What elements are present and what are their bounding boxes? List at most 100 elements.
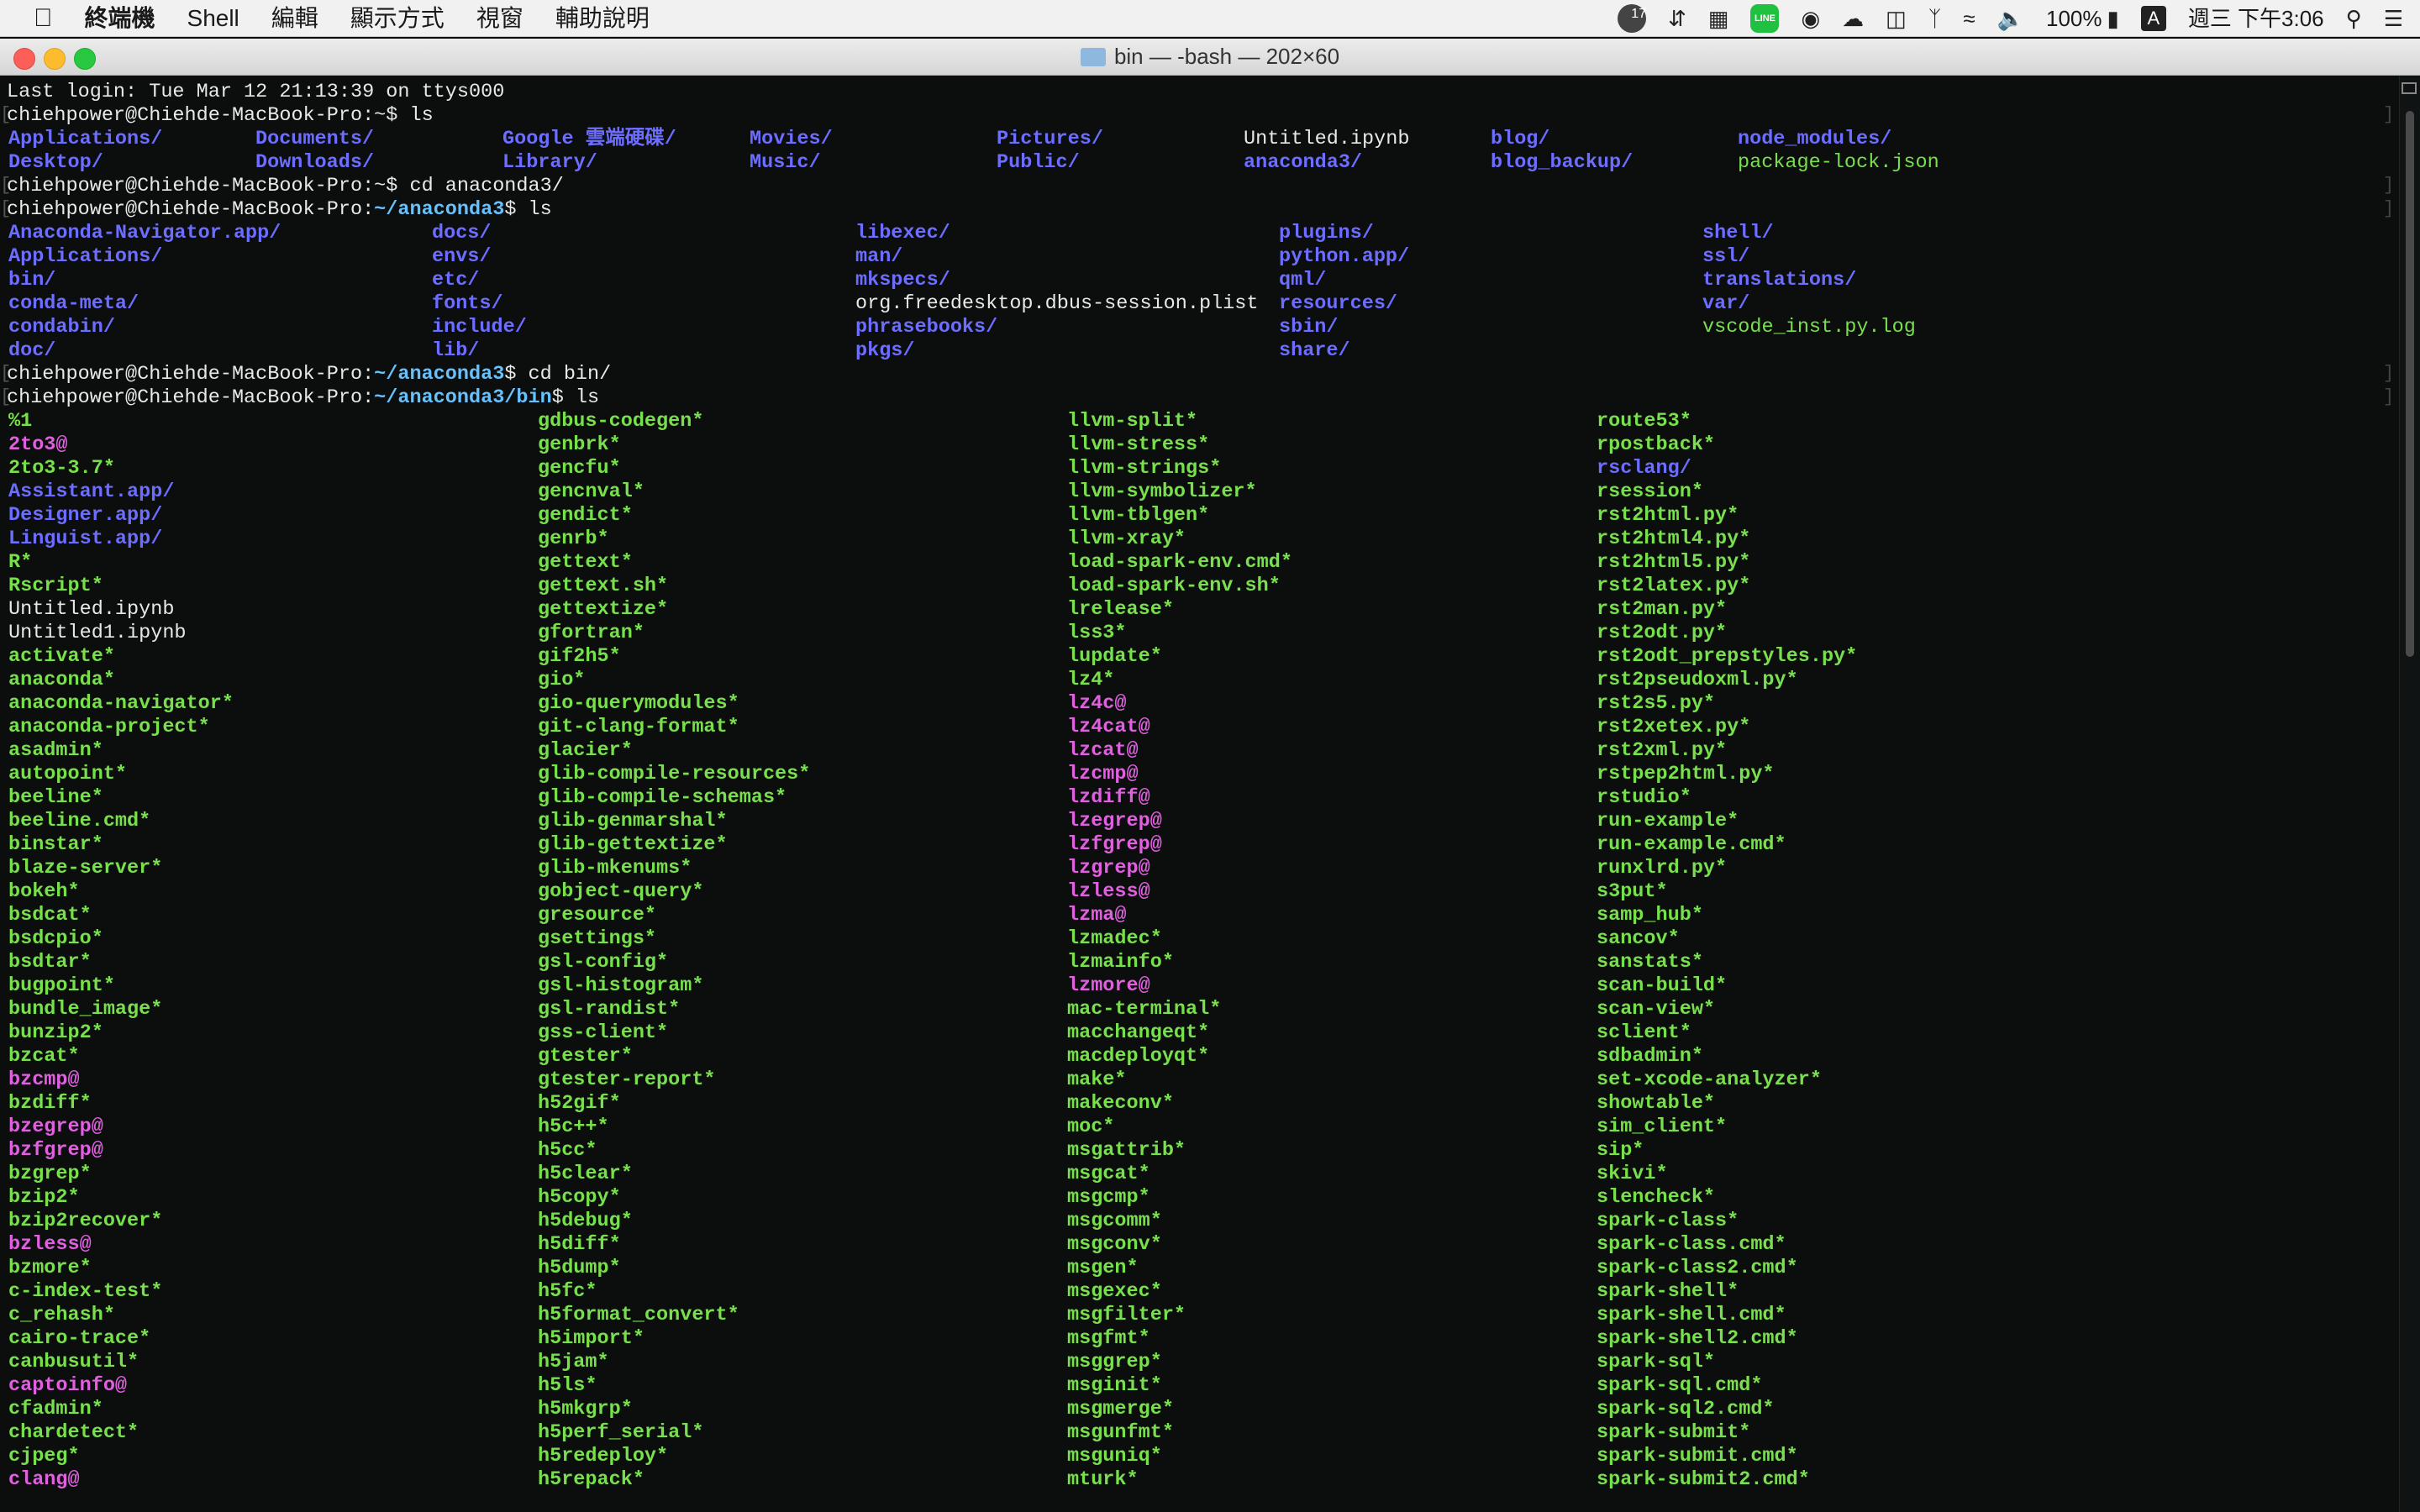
- search-icon[interactable]: ⚲: [2346, 0, 2362, 37]
- split-pane-icon[interactable]: [2402, 82, 2417, 94]
- calendar-icon[interactable]: ▦: [1708, 0, 1729, 37]
- bluetooth-icon[interactable]: ᛉ: [1928, 0, 1942, 37]
- ls-entry: glib-compile-schemas*: [538, 786, 787, 809]
- ls-entry: bzip2recover*: [8, 1210, 163, 1232]
- ls-entry: h5redeploy*: [538, 1445, 669, 1467]
- terminal-content[interactable]: Last login: Tue Mar 12 21:13:39 on ttys0…: [0, 76, 2400, 1512]
- ls-entry: anaconda-project*: [8, 716, 210, 738]
- ls-entry: qml/: [1279, 269, 1327, 291]
- ls-entry: rst2man.py*: [1597, 598, 1728, 621]
- ls-entry: sdbadmin*: [1597, 1045, 1703, 1068]
- ls-entry: bsdcat*: [8, 904, 92, 927]
- ls-entry: gio*: [538, 669, 586, 691]
- ls-entry: Designer.app/: [8, 504, 163, 527]
- ls-entry: bunzip2*: [8, 1021, 103, 1044]
- ls-entry: blog_backup/: [1491, 151, 1634, 174]
- ls-entry: gsl-randist*: [538, 998, 681, 1021]
- ls-entry: translations/: [1702, 269, 1857, 291]
- ls-entry: git-clang-format*: [538, 716, 739, 738]
- ls-entry: Desktop/: [8, 151, 103, 174]
- minimize-button[interactable]: [44, 48, 66, 70]
- ls-entry: load-spark-env.cmd*: [1067, 551, 1292, 574]
- ls-entry: h5dump*: [538, 1257, 621, 1279]
- ls-entry: rst2odt.py*: [1597, 622, 1728, 644]
- window-title-bar[interactable]: bin — -bash — 202×60: [0, 39, 2420, 76]
- ls-entry: rsession*: [1597, 480, 1703, 503]
- ls-entry: plugins/: [1279, 222, 1374, 244]
- updown-arrow-icon[interactable]: ⇵: [1668, 0, 1686, 37]
- ls-entry: sip*: [1597, 1139, 1644, 1162]
- notification-badge-icon[interactable]: 17: [1618, 4, 1647, 33]
- ls-entry: 2to3@: [8, 433, 68, 456]
- wifi-icon[interactable]: ≈: [1963, 0, 1975, 37]
- ls-entry: llvm-xray*: [1067, 528, 1186, 550]
- ls-entry: h5clear*: [538, 1163, 633, 1185]
- menu-help[interactable]: 輔助說明: [555, 0, 650, 37]
- ls-entry: rstpep2html.py*: [1597, 763, 1775, 785]
- ls-entry: spark-shell2.cmd*: [1597, 1327, 1798, 1350]
- window-title: bin — -bash — 202×60: [1080, 44, 1339, 70]
- zoom-button[interactable]: [74, 48, 96, 70]
- ls-entry: c_rehash*: [8, 1304, 115, 1326]
- prompt-path: ~/anaconda3: [374, 363, 505, 386]
- ls-entry: doc/: [8, 339, 56, 362]
- ls-entry: %1: [8, 410, 33, 433]
- prompt-command: $ ls: [551, 386, 600, 409]
- ls-entry: clang@: [8, 1468, 80, 1491]
- line-icon[interactable]: LINE: [1750, 4, 1780, 33]
- notification-center-icon[interactable]: ☰: [2384, 0, 2403, 37]
- battery-percentage[interactable]: 100%: [2046, 0, 2102, 37]
- ls-entry: spark-class.cmd*: [1597, 1233, 1786, 1256]
- input-method-icon[interactable]: A: [2140, 6, 2166, 31]
- ls-entry: lzegrep@: [1067, 810, 1162, 832]
- ls-entry: package-lock.json: [1738, 151, 1939, 174]
- ls-entry: rst2s5.py*: [1597, 692, 1716, 715]
- ls-entry: h5import*: [538, 1327, 644, 1350]
- apple-icon[interactable]: : [34, 0, 53, 37]
- volume-icon[interactable]: 🔈: [1997, 0, 2024, 37]
- line-mark: [: [0, 386, 12, 407]
- ls-entry: scan-build*: [1597, 974, 1728, 997]
- prompt-user: chiehpower@Chiehde-MacBook-Pro:: [7, 363, 375, 386]
- scrollbar-thumb[interactable]: [2406, 111, 2414, 657]
- ls-entry: bundle_image*: [8, 998, 163, 1021]
- ls-entry: blog/: [1491, 128, 1550, 150]
- ls-entry: bzless@: [8, 1233, 92, 1256]
- ls-entry: llvm-strings*: [1067, 457, 1222, 480]
- menu-terminal[interactable]: 終端機: [85, 0, 155, 37]
- menu-shell[interactable]: Shell: [187, 0, 239, 37]
- battery-icon[interactable]: ▮: [2107, 0, 2119, 37]
- prompt-user: chiehpower@Chiehde-MacBook-Pro:: [7, 175, 375, 197]
- menu-view[interactable]: 顯示方式: [350, 0, 445, 37]
- ls-entry: sim_client*: [1597, 1116, 1728, 1138]
- cloud-upload-icon[interactable]: ☁: [1842, 0, 1864, 37]
- menu-window[interactable]: 視窗: [476, 0, 523, 37]
- prompt-user: chiehpower@Chiehde-MacBook-Pro:: [7, 198, 375, 221]
- ls-entry: mturk*: [1067, 1468, 1139, 1491]
- ls-entry: slencheck*: [1597, 1186, 1716, 1209]
- ls-entry: msgexec*: [1067, 1280, 1162, 1303]
- ls-entry: genbrk*: [538, 433, 621, 456]
- ls-entry: Movies/: [750, 128, 833, 150]
- prompt-line: chiehpower@Chiehde-MacBook-Pro:~$ ls: [7, 104, 434, 128]
- layout-grid-icon[interactable]: ◫: [1886, 0, 1907, 37]
- close-button[interactable]: [13, 48, 35, 70]
- ls-entry: gettext*: [538, 551, 633, 574]
- ls-entry: bsdtar*: [8, 951, 92, 974]
- ls-entry: Library/: [502, 151, 597, 174]
- ls-entry: msgunfmt*: [1067, 1421, 1174, 1444]
- ls-entry: activate*: [8, 645, 115, 668]
- vertical-scrollbar[interactable]: [2399, 76, 2420, 1512]
- ls-entry: sbin/: [1279, 316, 1339, 339]
- ls-entry: lzmore@: [1067, 974, 1150, 997]
- menu-edit[interactable]: 編輯: [271, 0, 318, 37]
- ls-entry: samp_hub*: [1597, 904, 1703, 927]
- wechat-icon[interactable]: ◉: [1801, 0, 1820, 37]
- ls-entry: h5format_convert*: [538, 1304, 739, 1326]
- ls-entry: etc/: [432, 269, 480, 291]
- clock[interactable]: 週三 下午3:06: [2188, 0, 2324, 37]
- ls-entry: gsettings*: [538, 927, 657, 950]
- ls-entry: msgfilter*: [1067, 1304, 1186, 1326]
- ls-entry: gendict*: [538, 504, 633, 527]
- ls-entry: glib-gettextize*: [538, 833, 728, 856]
